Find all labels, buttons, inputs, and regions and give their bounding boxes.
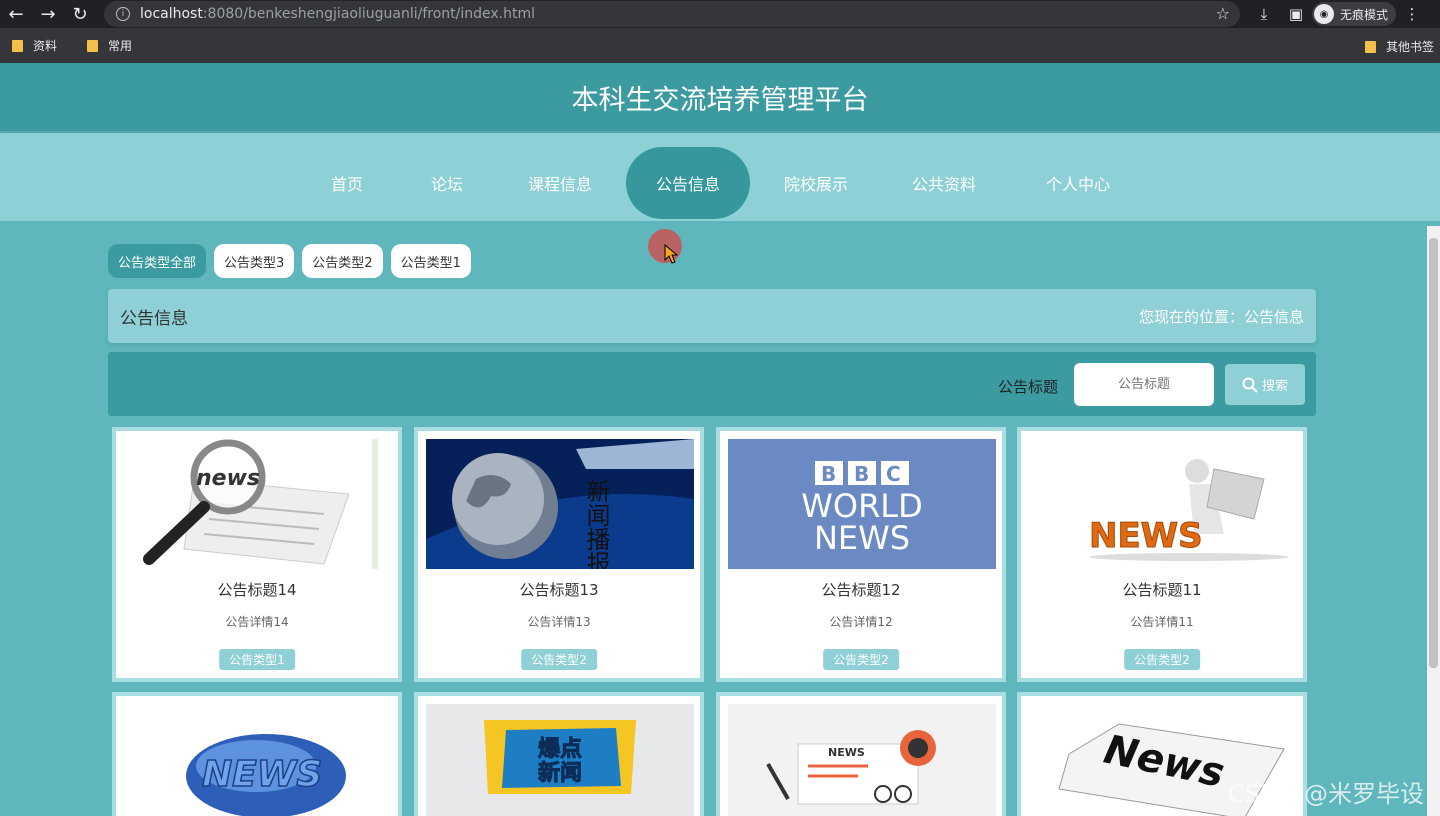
card-detail: 公告详情11	[1130, 615, 1194, 629]
nav-course-info[interactable]: 课程信息	[512, 147, 608, 219]
announcement-card[interactable]: B B C WORLD NEWS 公告标题12 公告详情12 公告类型2	[716, 427, 1006, 682]
back-icon[interactable]: ←	[0, 0, 32, 28]
card-detail: 公告详情14	[225, 615, 289, 629]
card-type-tag: 公告类型1	[219, 649, 295, 670]
other-bookmarks[interactable]: 其他书签	[1364, 38, 1434, 55]
search-input[interactable]	[1074, 363, 1214, 406]
mouse-cursor-icon	[664, 244, 678, 264]
bookmark-folder-changyong[interactable]: 常用	[87, 37, 132, 54]
download-icon[interactable]: ⤓	[1248, 5, 1280, 23]
address-bar[interactable]: i localhost:8080/benkeshengjiaoliuguanli…	[104, 1, 1240, 27]
card-type-tag: 公告类型2	[521, 649, 597, 670]
site-title: 本科生交流培养管理平台	[0, 63, 1440, 131]
filter-all[interactable]: 公告类型全部	[108, 244, 207, 278]
incognito-icon: ◉	[1314, 4, 1334, 24]
page-scrollbar[interactable]	[1427, 226, 1440, 816]
section-title: 公告信息	[120, 308, 188, 329]
folder-icon	[1364, 40, 1376, 53]
nav-personal-center[interactable]: 个人中心	[1030, 147, 1126, 219]
info-icon[interactable]: i	[116, 7, 130, 21]
card-image-globe-broadcast: 新闻播报	[426, 439, 694, 569]
svg-text:爆点: 爆点	[538, 736, 582, 762]
announcement-card[interactable]: news 公告标题14 公告详情14 公告类型1	[112, 427, 402, 682]
main-nav: 首页 论坛 课程信息 公告信息 院校展示 公共资料 个人中心	[0, 133, 1440, 221]
filter-type3[interactable]: 公告类型3	[214, 244, 295, 278]
nav-public-materials[interactable]: 公共资料	[896, 147, 992, 219]
url-path: :8080/benkeshengjiaoliuguanli/front/inde…	[202, 6, 535, 22]
svg-text:NEWS: NEWS	[814, 519, 910, 557]
filter-type2[interactable]: 公告类型2	[302, 244, 383, 278]
folder-icon	[12, 39, 23, 52]
scrollbar-thumb[interactable]	[1429, 238, 1438, 668]
search-icon	[1242, 377, 1258, 393]
incognito-badge[interactable]: ◉ 无痕模式	[1312, 2, 1397, 26]
url-host: localhost	[140, 6, 203, 22]
card-title[interactable]: 公告标题11	[1021, 579, 1303, 600]
card-detail: 公告详情13	[527, 615, 591, 629]
announcement-card[interactable]: 新闻播报 公告标题13 公告详情13 公告类型2	[414, 427, 704, 682]
type-filters: 公告类型全部 公告类型3 公告类型2 公告类型1	[108, 244, 479, 278]
card-title[interactable]: 公告标题12	[720, 579, 1002, 600]
browser-toolbar: ← → ↻ i localhost:8080/benkeshengjiaoliu…	[0, 0, 1440, 28]
svg-text:新闻播报: 新闻播报	[582, 479, 610, 569]
announcement-card[interactable]: 爆点 新闻	[414, 692, 704, 816]
card-image-news-3d-man: NEWS	[1029, 439, 1297, 569]
card-type-tag: 公告类型2	[1124, 649, 1200, 670]
nav-forum[interactable]: 论坛	[416, 147, 478, 219]
card-title[interactable]: 公告标题14	[116, 579, 398, 600]
card-title[interactable]: 公告标题13	[418, 579, 700, 600]
svg-text:NEWS: NEWS	[202, 754, 322, 795]
svg-text:C: C	[886, 462, 901, 486]
sidepanel-icon[interactable]: ▣	[1280, 5, 1312, 23]
filter-type1[interactable]: 公告类型1	[390, 244, 471, 278]
nav-school-showcase[interactable]: 院校展示	[768, 147, 864, 219]
svg-text:新闻: 新闻	[538, 760, 582, 786]
svg-text:B: B	[821, 462, 836, 486]
card-type-tag: 公告类型2	[823, 649, 899, 670]
card-image-news-globe: NEWS	[124, 704, 392, 816]
bookmarks-bar: 资料 常用 其他书签	[0, 28, 1440, 63]
card-image-news-illustration: NEWS	[728, 704, 996, 816]
menu-dots-icon[interactable]: ⋮	[1396, 5, 1428, 23]
bookmark-star-icon[interactable]: ☆	[1216, 4, 1230, 23]
bookmark-folder-ziliao[interactable]: 资料	[12, 37, 57, 54]
card-image-bbc-world-news: B B C WORLD NEWS	[728, 439, 996, 569]
current-location: 您现在的位置：公告信息	[1138, 307, 1304, 326]
announcement-card[interactable]: NEWS	[112, 692, 402, 816]
forward-icon[interactable]: →	[32, 0, 64, 28]
folder-icon	[87, 39, 99, 52]
breadcrumb: 公告信息 您现在的位置：公告信息	[108, 289, 1316, 343]
nav-home[interactable]: 首页	[316, 147, 378, 219]
incognito-label: 无痕模式	[1340, 7, 1389, 22]
card-detail: 公告详情12	[829, 615, 893, 629]
nav-announcement[interactable]: 公告信息	[626, 147, 750, 219]
card-image-breaking-news: 爆点 新闻	[426, 704, 694, 816]
svg-text:NEWS: NEWS	[828, 746, 865, 759]
announcement-card[interactable]: NEWS	[716, 692, 1006, 816]
announcement-card[interactable]: NEWS 公告标题11 公告详情11 公告类型2	[1017, 427, 1307, 682]
svg-text:news: news	[196, 466, 260, 491]
search-label: 公告标题	[998, 378, 1059, 396]
svg-text:NEWS: NEWS	[1089, 516, 1203, 556]
search-button[interactable]: 搜索	[1225, 364, 1305, 405]
card-image-news-magnifier: news	[124, 439, 392, 569]
search-bar: 公告标题 搜索	[108, 352, 1316, 416]
watermark: CSDN @米罗毕设	[1228, 780, 1425, 808]
reload-icon[interactable]: ↻	[64, 0, 96, 28]
svg-text:B: B	[854, 462, 869, 486]
